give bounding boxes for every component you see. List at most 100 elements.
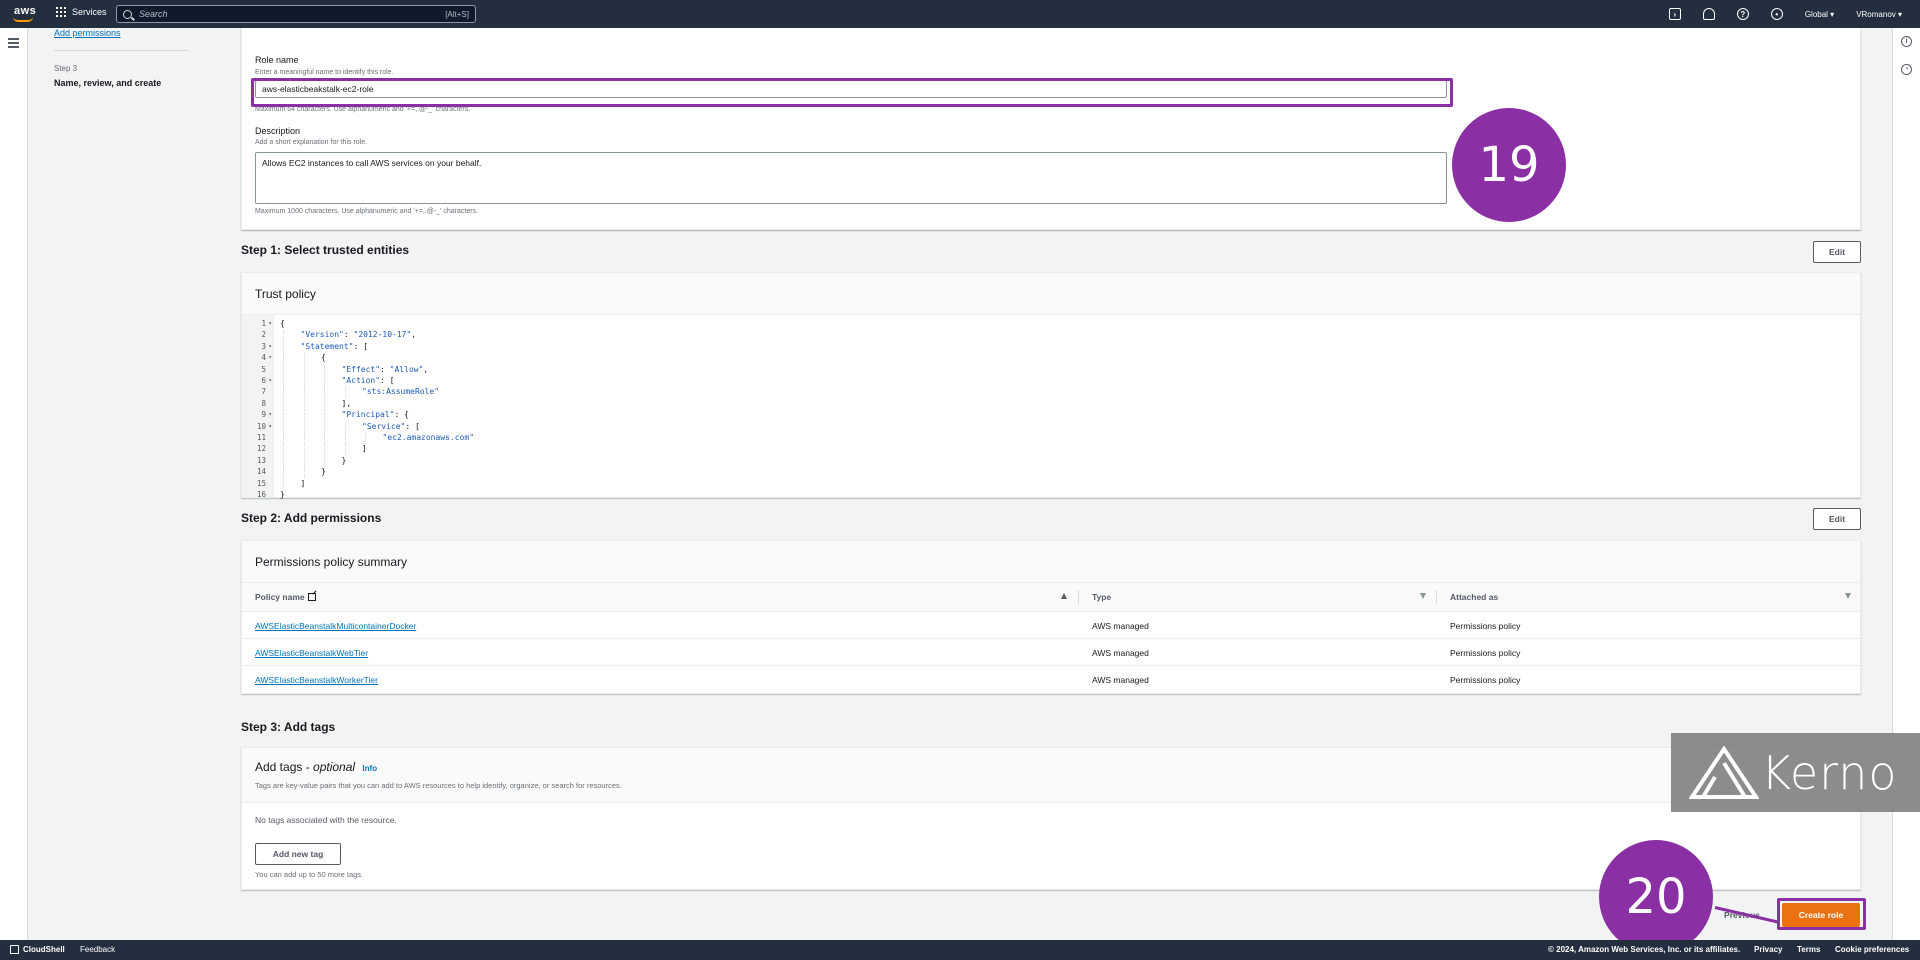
- fold-toggle-icon[interactable]: ▾: [252, 343, 272, 350]
- cloudshell-footer-button[interactable]: CloudShell: [10, 945, 65, 954]
- step3-title: Name, review, and create: [54, 78, 162, 88]
- user-menu[interactable]: VRomanov ▾: [1856, 10, 1902, 19]
- indent-guide: [344, 387, 346, 399]
- code-line: }: [280, 490, 285, 499]
- code-line: }: [321, 467, 326, 477]
- step3-label: Step 3: [54, 64, 78, 73]
- code-line-number: 16: [256, 490, 266, 499]
- indent-guide: [283, 478, 284, 490]
- aws-logo-text: aws: [14, 5, 37, 17]
- kerno-logo-icon: [1689, 746, 1759, 799]
- step2-edit-button[interactable]: Edit: [1813, 508, 1861, 530]
- step1-edit-button[interactable]: Edit: [1813, 241, 1861, 263]
- policy-link[interactable]: AWSElasticBeanstalkWorkerTier: [255, 675, 378, 685]
- no-tags-text: No tags associated with the resource.: [255, 815, 397, 825]
- indent-guide: [324, 455, 325, 467]
- search-input[interactable]: Search [Alt+S]: [116, 5, 476, 23]
- fold-toggle-icon[interactable]: ▾: [252, 377, 272, 384]
- code-line: ]: [300, 478, 306, 488]
- indent-guide: [324, 364, 325, 376]
- cloudshell-icon[interactable]: ›: [1668, 8, 1681, 20]
- code-line-number: 13: [256, 455, 266, 465]
- policy-attached-as: Permissions policy: [1450, 648, 1521, 658]
- trust-policy-code: 1 ▾{2 "Version": "2012-10-17", 3 ▾ "Statement…: [242, 315, 1860, 499]
- code-line-number: 5: [261, 364, 266, 374]
- col-policy-name[interactable]: Policy name: [255, 592, 316, 602]
- tags-limit-text: You can add up to 50 more tags.: [255, 870, 364, 879]
- info-link[interactable]: Info: [362, 764, 377, 773]
- step1-title: Step 1: Select trusted entities: [241, 243, 410, 257]
- indent-guide: [283, 330, 284, 342]
- indent-guide: [303, 455, 305, 467]
- role-details-panel: Role name Enter a meaningful name to ide…: [241, 28, 1861, 230]
- privacy-link[interactable]: Privacy: [1754, 945, 1782, 954]
- region-selector[interactable]: Global ▾: [1805, 10, 1834, 19]
- indent-guide: [303, 376, 305, 387]
- indent-guide: [283, 387, 284, 399]
- indent-guide: [283, 376, 284, 387]
- kerno-text: Kerno: [1761, 746, 1898, 800]
- indent-guide: [283, 455, 284, 467]
- indent-guide: [303, 467, 305, 479]
- description-label: Description: [255, 126, 301, 136]
- add-new-tag-button[interactable]: Add new tag: [255, 843, 341, 865]
- indent-guide: [283, 410, 284, 422]
- settings-icon[interactable]: •: [1770, 8, 1783, 20]
- step-badge-19: 19: [1452, 108, 1566, 222]
- permissions-summary-card: Permissions policy summary Policy name T…: [241, 540, 1861, 694]
- code-line: "Service": [: [362, 421, 420, 431]
- permissions-summary-header: [242, 541, 1860, 583]
- fold-toggle-icon[interactable]: ▾: [252, 411, 272, 418]
- policy-link[interactable]: AWSElasticBeanstalkWebTier: [255, 648, 368, 658]
- column-separator: [1436, 590, 1437, 604]
- column-separator: [1078, 590, 1079, 604]
- fold-toggle-icon[interactable]: ▾: [252, 320, 272, 327]
- grid-icon: [56, 7, 66, 17]
- aws-logo[interactable]: aws: [12, 5, 38, 23]
- role-name-highlight: [251, 78, 1453, 107]
- code-line-number: 7: [261, 387, 266, 397]
- indent-guide: [344, 433, 346, 444]
- col-type[interactable]: Type: [1092, 592, 1111, 602]
- sort-asc-icon[interactable]: [1061, 593, 1067, 599]
- code-line: "Action": [: [341, 376, 395, 385]
- policy-link[interactable]: AWSElasticBeanstalkMulticontainerDocker: [255, 621, 416, 631]
- indent-guide: [303, 444, 305, 456]
- info-icon[interactable]: i: [1901, 36, 1912, 47]
- sort-icon[interactable]: [1845, 593, 1851, 599]
- step-badge-20: 20: [1599, 840, 1713, 954]
- indent-guide: [324, 421, 325, 433]
- indent-guide: [324, 387, 325, 399]
- add-tags-title: Add tags - optional Info: [255, 760, 378, 774]
- trust-policy-header: [242, 273, 1860, 315]
- indent-guide: [283, 353, 284, 365]
- feedback-link[interactable]: Feedback: [80, 945, 115, 954]
- fold-toggle-icon[interactable]: ▾: [252, 354, 272, 361]
- clock-icon[interactable]: ◔: [1901, 64, 1912, 75]
- step3-title: Step 3: Add tags: [241, 720, 336, 734]
- table-row: AWSElasticBeanstalkWorkerTier AWS manage…: [242, 666, 1860, 693]
- indent-guide: [344, 421, 346, 433]
- cookie-preferences-link[interactable]: Cookie preferences: [1835, 945, 1909, 954]
- terms-link[interactable]: Terms: [1797, 945, 1820, 954]
- indent-guide: [303, 364, 305, 376]
- step2-title: Step 2: Add permissions: [241, 511, 382, 525]
- code-line-number: 12: [256, 444, 266, 454]
- indent-guide: [283, 341, 284, 353]
- sort-icon[interactable]: [1420, 593, 1426, 599]
- col-attached-as[interactable]: Attached as: [1450, 592, 1498, 602]
- kerno-watermark: Kerno: [1671, 733, 1920, 812]
- indent-guide: [324, 376, 325, 387]
- fold-toggle-icon[interactable]: ▾: [252, 423, 272, 430]
- step-add-permissions-link[interactable]: Add permissions: [54, 28, 121, 38]
- bell-icon[interactable]: [1702, 8, 1715, 20]
- permissions-table-header: Policy name Type Attached as: [242, 583, 1860, 612]
- table-row: AWSElasticBeanstalkWebTier AWS managed P…: [242, 639, 1860, 666]
- code-line: "sts:AssumeRole": [362, 387, 440, 397]
- help-icon[interactable]: ?: [1736, 8, 1749, 20]
- indent-guide: [283, 444, 284, 456]
- services-menu-button[interactable]: Services: [56, 7, 107, 17]
- indent-guide: [283, 398, 284, 410]
- hamburger-icon[interactable]: [8, 38, 19, 50]
- description-textarea[interactable]: Allows EC2 instances to call AWS service…: [255, 152, 1447, 204]
